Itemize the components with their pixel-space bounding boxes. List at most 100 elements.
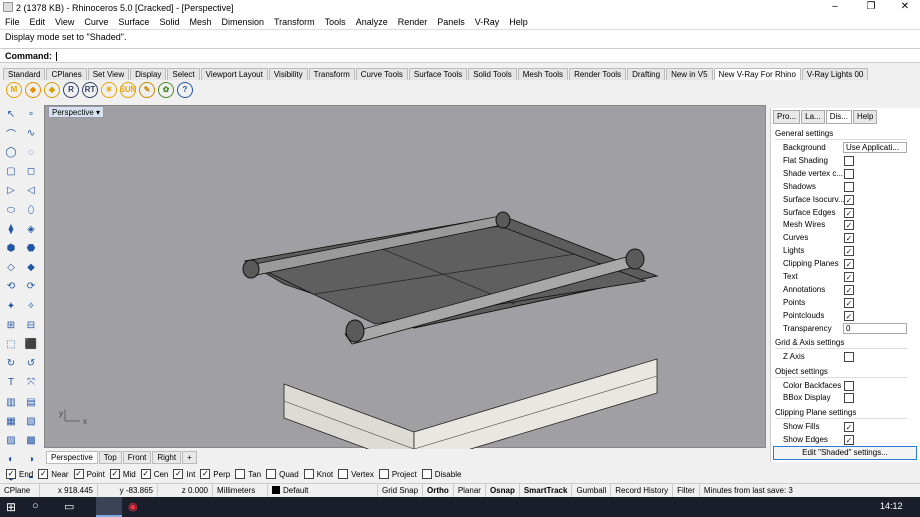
toolbar-tab-set-view[interactable]: Set View <box>87 68 130 80</box>
gumball-toggle[interactable]: Gumball <box>572 483 612 498</box>
object-row-1[interactable]: BBox Display <box>775 392 907 404</box>
osnap-checkbox[interactable] <box>338 469 349 479</box>
object-row-0-checkbox[interactable] <box>844 380 854 391</box>
tool-icon-7[interactable]: ◻ <box>23 164 39 180</box>
rhino-taskbar-button[interactable] <box>96 497 122 517</box>
tool-icon-30[interactable]: ▥ <box>3 394 19 410</box>
osnap-checkbox[interactable] <box>235 469 246 479</box>
clip-row-1[interactable]: Show Edges ✓ <box>775 434 907 446</box>
viewport-tab-add[interactable]: + <box>182 450 197 464</box>
tool-icon-25[interactable]: ⬛ <box>23 336 39 352</box>
osnap-checkbox[interactable] <box>266 469 277 479</box>
osnap-checkbox[interactable]: ✓ <box>200 469 211 479</box>
osnap-checkbox[interactable]: ✓ <box>173 469 184 479</box>
menu-dimension[interactable]: Dimension <box>216 17 269 27</box>
tool-icon-2[interactable]: ⌒ <box>3 125 19 141</box>
grid-snap-toggle[interactable]: Grid Snap <box>378 483 424 498</box>
tool-icon-10[interactable]: ⬭ <box>3 202 19 218</box>
toolbar-tab-visibility[interactable]: Visibility <box>268 68 308 80</box>
tool-icon-29[interactable]: ⤧ <box>23 375 39 391</box>
osnap-checkbox[interactable]: ✓ <box>140 469 151 479</box>
tool-icon-32[interactable]: ▦ <box>3 413 19 429</box>
osnap-perp[interactable]: ✓ Perp <box>200 469 230 479</box>
ortho-toggle[interactable]: Ortho <box>423 483 454 498</box>
clip-row-1-checkbox[interactable]: ✓ <box>844 435 854 446</box>
menu-help[interactable]: Help <box>504 17 533 27</box>
menu-solid[interactable]: Solid <box>154 17 184 27</box>
panel-tab-0[interactable]: Pro... <box>773 110 801 124</box>
menu-panels[interactable]: Panels <box>432 17 470 27</box>
general-row-1[interactable]: Shade vertex c... <box>775 168 907 180</box>
clip-row-0-checkbox[interactable]: ✓ <box>844 422 854 433</box>
tool-icon-6[interactable]: ▢ <box>3 164 19 180</box>
windows-start-icon[interactable]: ⊞ <box>6 500 16 514</box>
menu-surface[interactable]: Surface <box>113 17 154 27</box>
general-row-3-checkbox[interactable]: ✓ <box>844 194 854 205</box>
vray-pen-icon[interactable]: ✎ <box>139 81 155 98</box>
vray-help-icon[interactable]: ? <box>177 81 193 98</box>
tool-icon-17[interactable]: ◆ <box>23 260 39 276</box>
vray-material-icon[interactable]: ◆ <box>44 81 60 98</box>
menu-mesh[interactable]: Mesh <box>184 17 216 27</box>
transparency-input[interactable]: 0 <box>843 322 907 334</box>
tool-icon-13[interactable]: ◈ <box>23 221 39 237</box>
general-row-11[interactable]: Points ✓ <box>775 297 907 309</box>
osnap-checkbox[interactable] <box>378 469 389 479</box>
panel-tab-3[interactable]: Help <box>852 110 878 124</box>
osnap-checkbox[interactable] <box>421 469 432 479</box>
menu-analyze[interactable]: Analyze <box>351 17 393 27</box>
object-row-1-checkbox[interactable] <box>844 393 854 404</box>
viewport-tab-front[interactable]: Front <box>122 450 152 464</box>
osnap-mid[interactable]: ✓ Mid <box>109 469 136 479</box>
chrome-icon[interactable]: ◉ <box>128 500 138 513</box>
general-row-8[interactable]: Clipping Planes ✓ <box>775 258 907 270</box>
record-history-toggle[interactable]: Record History <box>611 483 674 498</box>
osnap-checkbox[interactable] <box>303 469 314 479</box>
toolbar-tab-v-ray-lights-00[interactable]: V-Ray Lights 00 <box>801 68 869 80</box>
background-select[interactable]: Use Applicati... <box>843 142 907 153</box>
tool-icon-24[interactable]: ⬚ <box>3 336 19 352</box>
tool-icon-22[interactable]: ⊞ <box>3 317 19 333</box>
osnap-toggle[interactable]: Osnap <box>486 483 520 498</box>
tool-icon-14[interactable]: ⬢ <box>3 240 19 256</box>
minimize-button[interactable]: – <box>820 0 850 15</box>
toolbar-tab-standard[interactable]: Standard <box>3 68 46 80</box>
general-row-9-checkbox[interactable]: ✓ <box>844 272 854 282</box>
osnap-checkbox[interactable]: ✓ <box>73 469 84 479</box>
general-row-4-checkbox[interactable]: ✓ <box>844 207 854 218</box>
viewport-title[interactable]: Perspective ▾ <box>48 106 105 118</box>
general-row-7[interactable]: Lights ✓ <box>775 245 907 257</box>
viewport-tab-right[interactable]: Right <box>152 450 182 464</box>
toolbar-tab-display[interactable]: Display <box>130 68 167 80</box>
toolbar-tab-cplanes[interactable]: CPlanes <box>46 68 87 80</box>
task-view-icon[interactable]: ▭ <box>64 500 74 513</box>
osnap-vertex[interactable]: Vertex <box>338 469 374 479</box>
menu-view[interactable]: View <box>50 17 79 27</box>
osnap-knot[interactable]: Knot <box>303 469 333 479</box>
osnap-checkbox[interactable]: ✓ <box>6 469 16 479</box>
toolbar-tab-curve-tools[interactable]: Curve Tools <box>355 68 408 80</box>
osnap-checkbox[interactable]: ✓ <box>38 469 49 479</box>
tool-icon-26[interactable]: ↻ <box>3 356 19 372</box>
general-row-5-checkbox[interactable]: ✓ <box>844 220 854 231</box>
units[interactable]: Millimeters <box>213 483 268 498</box>
general-row-9[interactable]: Text ✓ <box>775 271 907 283</box>
menu-file[interactable]: File <box>0 17 25 27</box>
tool-icon-8[interactable]: ▷ <box>3 183 19 199</box>
cplane-label[interactable]: CPlane <box>0 483 40 498</box>
general-row-4[interactable]: Surface Edges ✓ <box>775 207 907 219</box>
tool-icon-5[interactable]: ◌ <box>23 144 39 160</box>
close-button[interactable]: ✕ <box>890 0 920 15</box>
tool-icon-15[interactable]: ⬣ <box>23 240 39 256</box>
smarttrack-toggle[interactable]: SmartTrack <box>520 483 573 498</box>
viewport-tab-perspective[interactable]: Perspective <box>46 450 98 464</box>
general-row-0[interactable]: Flat Shading <box>775 155 907 167</box>
perspective-viewport[interactable]: y x <box>44 105 766 467</box>
menu-tools[interactable]: Tools <box>320 17 351 27</box>
tool-icon-12[interactable]: ⧫ <box>3 221 19 237</box>
z-axis-row[interactable]: Z Axis <box>775 351 907 363</box>
tool-icon-23[interactable]: ⊟ <box>23 317 39 333</box>
vray-sun-icon[interactable]: SUN <box>120 81 136 98</box>
general-row-0-checkbox[interactable] <box>844 155 854 166</box>
vray-gem-icon[interactable]: ◆ <box>25 81 41 98</box>
